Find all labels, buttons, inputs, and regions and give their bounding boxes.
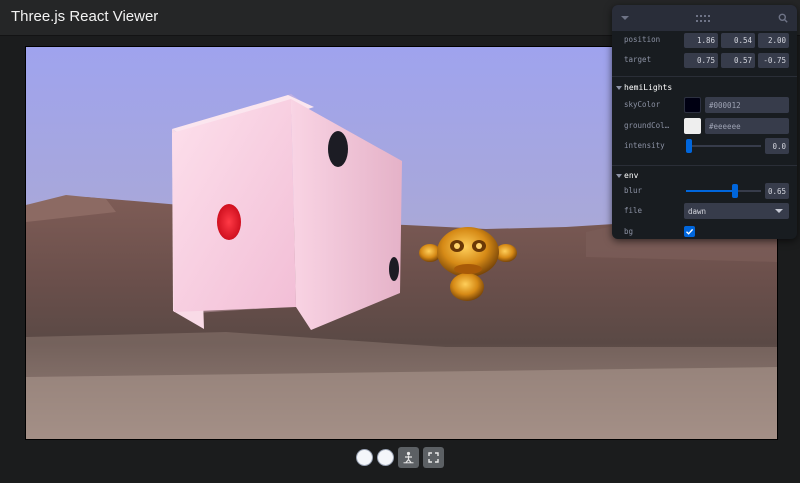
row-camera-position: position 1.86 0.54 2.00: [612, 31, 797, 49]
blur-slider-thumb[interactable]: [731, 184, 738, 198]
checkmark-icon: [686, 228, 694, 235]
row-file: file dawn: [612, 202, 797, 220]
skycolor-swatch[interactable]: [684, 97, 701, 113]
fullscreen-button[interactable]: [423, 447, 444, 468]
section-hemilights[interactable]: hemiLights: [612, 81, 797, 95]
reset-view-button[interactable]: [398, 447, 419, 468]
leva-controls-panel: position 1.86 0.54 2.00 target 0.75 0.57…: [612, 5, 797, 239]
intensity-value-input[interactable]: 0.0: [765, 138, 789, 154]
intensity-label: intensity: [624, 141, 665, 150]
section-caret-icon: [616, 174, 622, 178]
section-env[interactable]: env: [612, 169, 797, 183]
position-x-input[interactable]: 1.86: [684, 33, 718, 48]
figure-icon: [403, 451, 414, 464]
intensity-slider-thumb[interactable]: [686, 139, 692, 153]
collapse-caret-icon[interactable]: [621, 16, 629, 20]
row-camera-target: target 0.75 0.57 -0.75: [612, 51, 797, 69]
groundcolor-label: groundCol…: [624, 121, 670, 130]
section-divider: [612, 165, 797, 166]
section-title: hemiLights: [624, 83, 673, 92]
row-intensity: intensity 0.0: [612, 137, 797, 155]
groundcolor-input[interactable]: #eeeeee: [705, 118, 789, 134]
bg-checkbox[interactable]: [684, 226, 695, 237]
theme-alt-button[interactable]: [377, 449, 394, 466]
row-groundcolor: groundCol… #eeeeee: [612, 117, 797, 135]
section-divider: [612, 76, 797, 77]
target-label: target: [624, 55, 652, 64]
section-title: env: [624, 171, 639, 180]
skycolor-label: skyColor: [624, 100, 661, 109]
skycolor-input[interactable]: #000012: [705, 97, 789, 113]
groundcolor-swatch[interactable]: [684, 118, 701, 134]
position-y-input[interactable]: 0.54: [721, 33, 755, 48]
file-select[interactable]: dawn: [684, 203, 789, 219]
blur-value-input[interactable]: 0.65: [765, 183, 789, 199]
file-label: file: [624, 206, 643, 215]
row-blur: blur 0.65: [612, 182, 797, 200]
blur-slider-fill: [686, 190, 735, 192]
search-icon[interactable]: [778, 13, 788, 23]
row-skycolor: skyColor #000012: [612, 96, 797, 114]
bg-label: bg: [624, 227, 634, 236]
drag-grip-icon[interactable]: [696, 15, 712, 22]
section-caret-icon: [616, 86, 622, 90]
file-select-value: dawn: [688, 207, 707, 216]
panel-titlebar[interactable]: [612, 5, 797, 31]
target-y-input[interactable]: 0.57: [721, 53, 755, 68]
intensity-slider[interactable]: [686, 139, 761, 153]
app-title: Three.js React Viewer: [11, 8, 159, 25]
target-x-input[interactable]: 0.75: [684, 53, 718, 68]
row-bg: bg: [612, 223, 797, 239]
blur-slider[interactable]: [686, 184, 761, 198]
blur-label: blur: [624, 186, 643, 195]
target-z-input[interactable]: -0.75: [758, 53, 789, 68]
viewer-controls: [0, 446, 800, 470]
fullscreen-icon: [428, 452, 439, 463]
position-label: position: [624, 35, 661, 44]
theme-light-button[interactable]: [356, 449, 373, 466]
chevron-down-icon: [775, 209, 783, 213]
position-z-input[interactable]: 2.00: [758, 33, 789, 48]
